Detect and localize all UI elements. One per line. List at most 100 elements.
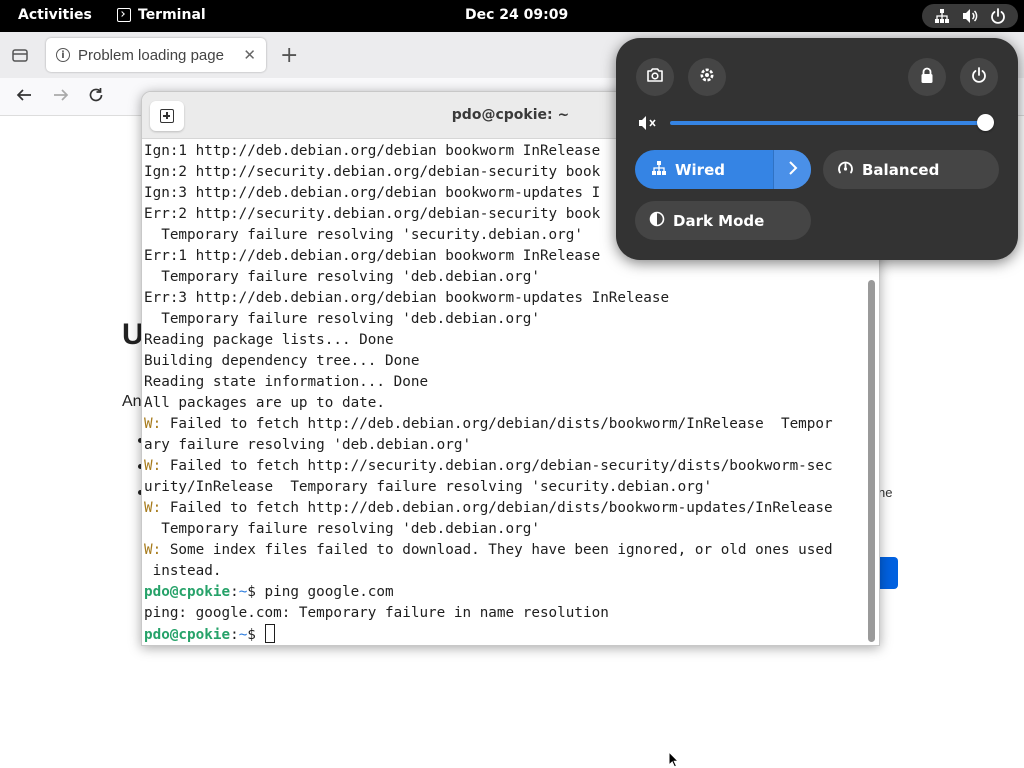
terminal-line: Reading package lists... Done xyxy=(144,330,866,351)
dark-mode-toggle[interactable]: Dark Mode xyxy=(635,201,811,240)
terminal-text: Temporary failure resolving 'deb.debian.… xyxy=(144,521,540,537)
warning-prefix: W: xyxy=(144,542,162,558)
wired-toggle-main[interactable]: Wired xyxy=(635,150,773,189)
terminal-line: Temporary failure resolving 'deb.debian.… xyxy=(144,267,866,288)
power-mode-label: Balanced xyxy=(862,160,940,179)
terminal-line: pdo@cpokie:~$ ping google.com xyxy=(144,582,866,603)
chevron-right-icon xyxy=(787,160,799,179)
new-tab-icon[interactable]: + xyxy=(280,43,298,68)
error-page-text-fragment: ne xyxy=(878,485,893,500)
network-wired-icon xyxy=(651,160,667,180)
terminal-text: instead. xyxy=(144,563,222,579)
terminal-line: ping: google.com: Temporary failure in n… xyxy=(144,603,866,624)
terminal-line: urity/InRelease Temporary failure resolv… xyxy=(144,477,866,498)
back-icon[interactable] xyxy=(14,86,34,106)
terminal-line: W: Failed to fetch http://deb.debian.org… xyxy=(144,414,866,435)
terminal-text: Err:2 http://security.debian.org/debian-… xyxy=(144,206,601,222)
terminal-line: W: Some index files failed to download. … xyxy=(144,540,866,561)
top-bar: Activities Terminal Dec 24 09:09 xyxy=(0,0,1024,32)
power-profile-icon xyxy=(837,159,854,180)
wired-menu-arrow-button[interactable] xyxy=(773,150,811,189)
terminal-text: Failed to fetch http://deb.debian.org/de… xyxy=(161,500,833,516)
terminal-text: Failed to fetch http://security.debian.o… xyxy=(161,458,833,474)
mouse-cursor xyxy=(668,750,680,768)
tab-title: Problem loading page xyxy=(78,46,224,64)
app-menu-button[interactable]: Terminal xyxy=(117,7,206,23)
prompt-path: ~ xyxy=(238,627,248,643)
lock-screen-button[interactable] xyxy=(908,58,946,96)
system-status-menu[interactable] xyxy=(922,4,1018,28)
dark-mode-icon xyxy=(649,211,665,231)
terminal-scrollbar[interactable] xyxy=(868,280,875,642)
terminal-line: Building dependency tree... Done xyxy=(144,351,866,372)
terminal-text: Ign:2 http://security.debian.org/debian-… xyxy=(144,164,601,180)
terminal-text: Temporary failure resolving 'security.de… xyxy=(144,227,583,243)
power-mode-toggle[interactable]: Balanced xyxy=(823,150,999,189)
terminal-line: All packages are up to date. xyxy=(144,393,866,414)
tab-list-icon[interactable] xyxy=(10,45,30,65)
wired-label: Wired xyxy=(675,160,725,179)
volume-slider-track[interactable] xyxy=(670,121,985,125)
prompt-path: ~ xyxy=(238,584,248,600)
warning-prefix: W: xyxy=(144,458,162,474)
volume-slider-row xyxy=(638,110,998,136)
volume-muted-icon[interactable] xyxy=(638,114,658,134)
terminal-text: Some index files failed to download. The… xyxy=(161,542,833,558)
app-name-label: Terminal xyxy=(138,7,206,23)
terminal-text: $ ping google.com xyxy=(247,584,394,600)
activities-button[interactable]: Activities xyxy=(18,7,92,23)
terminal-text: $ xyxy=(247,627,265,643)
network-wired-icon xyxy=(933,7,951,25)
terminal-line: Temporary failure resolving 'deb.debian.… xyxy=(144,519,866,540)
terminal-text: Temporary failure resolving 'deb.debian.… xyxy=(144,311,540,327)
volume-icon xyxy=(961,7,979,25)
tab-close-icon[interactable]: ✕ xyxy=(243,46,256,64)
terminal-line: Reading state information... Done xyxy=(144,372,866,393)
terminal-line: instead. xyxy=(144,561,866,582)
reload-icon[interactable] xyxy=(86,86,106,106)
screenshot-icon xyxy=(646,67,664,87)
terminal-line: W: Failed to fetch http://deb.debian.org… xyxy=(144,498,866,519)
terminal-text: urity/InRelease Temporary failure resolv… xyxy=(144,479,713,495)
terminal-line: pdo@cpokie:~$ xyxy=(144,624,866,645)
info-icon: i xyxy=(56,48,70,62)
terminal-text: All packages are up to date. xyxy=(144,395,386,411)
prompt-user-host: pdo@cpokie xyxy=(144,584,231,600)
terminal-text: Err:1 http://deb.debian.org/debian bookw… xyxy=(144,248,601,264)
terminal-icon xyxy=(117,8,131,22)
screenshot-button[interactable] xyxy=(636,58,674,96)
forward-icon[interactable] xyxy=(51,86,71,106)
warning-prefix: W: xyxy=(144,500,162,516)
settings-gear-icon xyxy=(698,66,716,88)
terminal-text: Ign:1 http://deb.debian.org/debian bookw… xyxy=(144,143,601,159)
volume-slider-handle[interactable] xyxy=(977,114,994,131)
terminal-text: Temporary failure resolving 'deb.debian.… xyxy=(144,269,540,285)
clock-button[interactable]: Dec 24 09:09 xyxy=(465,7,568,23)
terminal-text: : xyxy=(230,627,239,643)
terminal-line: Err:3 http://deb.debian.org/debian bookw… xyxy=(144,288,866,309)
terminal-line: ary failure resolving 'deb.debian.org' xyxy=(144,435,866,456)
terminal-text: Failed to fetch http://deb.debian.org/de… xyxy=(161,416,833,432)
text-cursor xyxy=(264,624,275,643)
browser-tab[interactable]: i Problem loading page ✕ xyxy=(46,38,266,72)
warning-prefix: W: xyxy=(144,416,162,432)
terminal-text: Reading package lists... Done xyxy=(144,332,394,348)
settings-button[interactable] xyxy=(688,58,726,96)
power-icon xyxy=(989,7,1007,25)
terminal-line: W: Failed to fetch http://security.debia… xyxy=(144,456,866,477)
terminal-text: ary failure resolving 'deb.debian.org' xyxy=(144,437,472,453)
quick-settings-panel: Wired Balanced Dark Mode xyxy=(616,38,1018,260)
terminal-line: Temporary failure resolving 'deb.debian.… xyxy=(144,309,866,330)
wired-network-toggle[interactable]: Wired xyxy=(635,150,811,189)
terminal-text: Err:3 http://deb.debian.org/debian bookw… xyxy=(144,290,670,306)
dark-mode-label: Dark Mode xyxy=(673,211,765,230)
power-off-button[interactable] xyxy=(960,58,998,96)
lock-icon xyxy=(920,67,934,88)
power-off-icon xyxy=(971,67,987,87)
terminal-text: Ign:3 http://deb.debian.org/debian bookw… xyxy=(144,185,601,201)
terminal-text: Building dependency tree... Done xyxy=(144,353,420,369)
terminal-text: ping: google.com: Temporary failure in n… xyxy=(144,605,609,621)
terminal-text: : xyxy=(230,584,239,600)
try-again-button[interactable] xyxy=(878,557,898,589)
error-page-text: An xyxy=(122,393,142,410)
